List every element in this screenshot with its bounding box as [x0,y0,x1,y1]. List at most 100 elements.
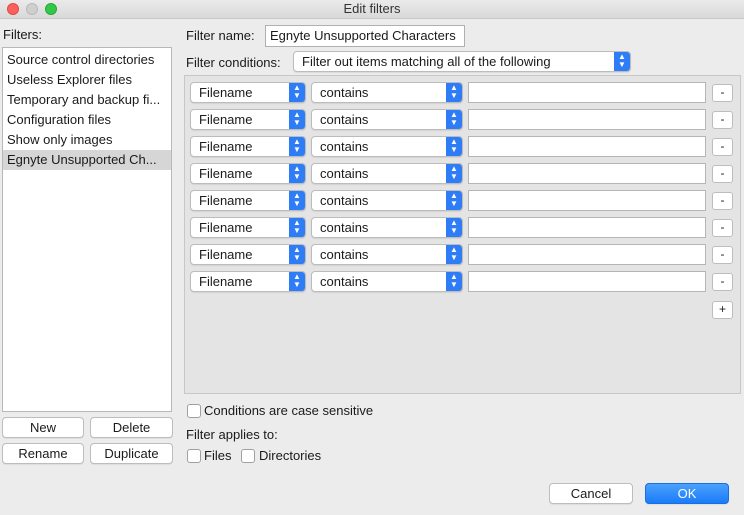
condition-field-value: Filename [199,85,253,100]
add-condition-button[interactable]: + [712,301,733,319]
condition-field-value: Filename [199,193,253,208]
updown-chevron-icon: ▲ ▼ [446,164,462,183]
remove-condition-button[interactable]: - [712,273,733,291]
filter-name-label: Filter name: [186,28,255,43]
updown-chevron-icon: ▲ ▼ [446,83,462,102]
filter-conditions-value: Filter out items matching all of the fol… [302,54,551,69]
filter-list-item[interactable]: Show only images [3,130,171,150]
case-sensitive-checkbox[interactable] [187,404,201,418]
directories-label: Directories [259,448,322,463]
condition-field-select[interactable]: Filename ▲ ▼ [190,82,306,103]
condition-field-select[interactable]: Filename ▲ ▼ [190,136,306,157]
condition-field-select[interactable]: Filename ▲ ▼ [190,217,306,238]
condition-operator-value: contains [320,247,369,262]
updown-chevron-icon: ▲ ▼ [614,52,630,71]
condition-row: Filename ▲ ▼ contains ▲ ▼ - [185,82,742,104]
condition-field-value: Filename [199,247,253,262]
remove-condition-button[interactable]: - [712,111,733,129]
filter-name-field[interactable]: Egnyte Unsupported Characters [265,25,465,47]
files-checkbox[interactable] [187,449,201,463]
condition-field-value: Filename [199,166,253,181]
condition-operator-value: contains [320,139,369,154]
updown-chevron-icon: ▲ ▼ [289,137,305,156]
updown-chevron-icon: ▲ ▼ [289,218,305,237]
remove-condition-button[interactable]: - [712,246,733,264]
rename-filter-button[interactable]: Rename [2,443,84,464]
filter-conditions-label: Filter conditions: [186,55,281,70]
condition-value-input[interactable] [468,163,706,184]
condition-operator-value: contains [320,274,369,289]
condition-field-select[interactable]: Filename ▲ ▼ [190,163,306,184]
window-title: Edit filters [343,1,401,16]
updown-chevron-icon: ▲ ▼ [446,218,462,237]
condition-field-select[interactable]: Filename ▲ ▼ [190,109,306,130]
condition-value-input[interactable] [468,244,706,265]
updown-chevron-icon: ▲ ▼ [289,245,305,264]
files-label: Files [204,448,232,463]
condition-operator-select[interactable]: contains ▲ ▼ [311,82,463,103]
remove-condition-button[interactable]: - [712,192,733,210]
filter-list[interactable]: Source control directories Useless Explo… [2,47,172,412]
updown-chevron-icon: ▲ ▼ [446,245,462,264]
condition-value-input[interactable] [468,271,706,292]
updown-chevron-icon: ▲ ▼ [289,83,305,102]
condition-value-input[interactable] [468,190,706,211]
updown-chevron-icon: ▲ ▼ [289,110,305,129]
condition-field-value: Filename [199,139,253,154]
updown-chevron-icon: ▲ ▼ [289,164,305,183]
remove-condition-button[interactable]: - [712,84,733,102]
filter-list-item[interactable]: Source control directories [3,50,171,70]
condition-value-input[interactable] [468,82,706,103]
conditions-panel: Filename ▲ ▼ contains ▲ ▼ - Filename ▲ ▼ co… [184,75,741,394]
condition-operator-select[interactable]: contains ▲ ▼ [311,244,463,265]
condition-field-value: Filename [199,220,253,235]
condition-operator-select[interactable]: contains ▲ ▼ [311,190,463,211]
updown-chevron-icon: ▲ ▼ [446,191,462,210]
condition-row: Filename ▲ ▼ contains ▲ ▼ - [185,136,742,158]
filters-label: Filters: [3,27,42,42]
updown-chevron-icon: ▲ ▼ [446,110,462,129]
condition-value-input[interactable] [468,217,706,238]
condition-field-value: Filename [199,112,253,127]
cancel-button[interactable]: Cancel [549,483,633,504]
duplicate-filter-button[interactable]: Duplicate [90,443,173,464]
ok-button[interactable]: OK [645,483,729,504]
condition-row: Filename ▲ ▼ contains ▲ ▼ - [185,163,742,185]
condition-value-input[interactable] [468,109,706,130]
updown-chevron-icon: ▲ ▼ [446,272,462,291]
remove-condition-button[interactable]: - [712,165,733,183]
condition-operator-select[interactable]: contains ▲ ▼ [311,136,463,157]
condition-field-select[interactable]: Filename ▲ ▼ [190,271,306,292]
applies-to-label: Filter applies to: [186,427,278,442]
condition-operator-value: contains [320,193,369,208]
filter-list-item[interactable]: Useless Explorer files [3,70,171,90]
condition-row: Filename ▲ ▼ contains ▲ ▼ - [185,190,742,212]
condition-operator-select[interactable]: contains ▲ ▼ [311,109,463,130]
condition-operator-select[interactable]: contains ▲ ▼ [311,271,463,292]
condition-operator-value: contains [320,85,369,100]
condition-row: Filename ▲ ▼ contains ▲ ▼ - [185,217,742,239]
condition-value-input[interactable] [468,136,706,157]
condition-row: Filename ▲ ▼ contains ▲ ▼ - [185,271,742,293]
remove-condition-button[interactable]: - [712,219,733,237]
new-filter-button[interactable]: New [2,417,84,438]
condition-field-select[interactable]: Filename ▲ ▼ [190,190,306,211]
condition-field-select[interactable]: Filename ▲ ▼ [190,244,306,265]
condition-operator-value: contains [320,166,369,181]
updown-chevron-icon: ▲ ▼ [446,137,462,156]
filter-list-item[interactable]: Configuration files [3,110,171,130]
filter-list-item-selected[interactable]: Egnyte Unsupported Ch... [3,150,171,170]
condition-operator-value: contains [320,112,369,127]
condition-row: Filename ▲ ▼ contains ▲ ▼ - [185,244,742,266]
condition-operator-select[interactable]: contains ▲ ▼ [311,217,463,238]
remove-condition-button[interactable]: - [712,138,733,156]
title-bar: Edit filters [0,0,744,19]
delete-filter-button[interactable]: Delete [90,417,173,438]
directories-checkbox[interactable] [241,449,255,463]
filter-conditions-select[interactable]: Filter out items matching all of the fol… [293,51,631,72]
condition-operator-select[interactable]: contains ▲ ▼ [311,163,463,184]
updown-chevron-icon: ▲ ▼ [289,191,305,210]
filter-list-item[interactable]: Temporary and backup fi... [3,90,171,110]
condition-operator-value: contains [320,220,369,235]
condition-row: Filename ▲ ▼ contains ▲ ▼ - [185,109,742,131]
